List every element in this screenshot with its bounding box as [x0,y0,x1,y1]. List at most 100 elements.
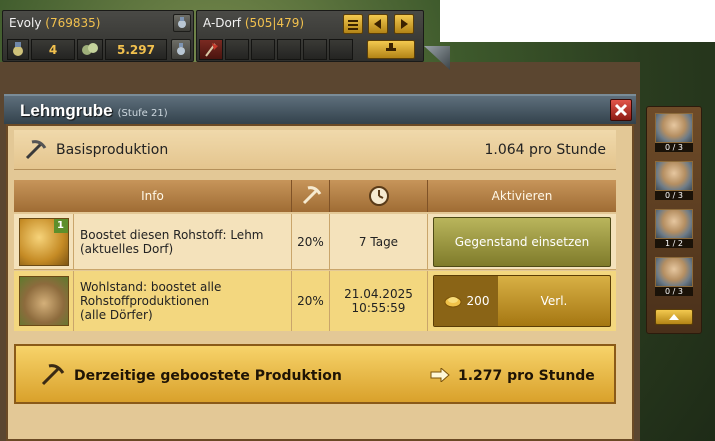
header-activate: Aktivieren [491,189,553,203]
extend-button[interactable]: 200 Verl. [433,275,611,327]
arrow-right-icon [401,19,408,29]
unit-slot-2[interactable]: 0 / 3 [655,161,693,200]
player-label[interactable]: Evoly (769835) [9,16,100,30]
axe-icon [205,43,218,57]
item-description: Boostet diesen Rohstoff: Lehm (aktuelles… [74,214,292,269]
previous-village-button[interactable] [368,14,388,34]
table-row: 1 Boostet diesen Rohstoff: Lehm (aktuell… [14,214,616,270]
dialog-body: Basisproduktion 1.064 pro Stunde Info Ak… [6,124,634,441]
close-icon [614,103,628,117]
dialog-title-bar: Lehmgrube (Stufe 21) [4,94,636,124]
unit-slot-count: 0 / 3 [655,287,693,296]
item-percent: 20% [292,271,330,331]
item-action-cell: Gegenstand einsetzen [428,214,616,269]
village-name: A-Dorf [203,16,242,30]
building-level: (Stufe 21) [117,108,168,119]
chevron-up-icon [669,314,679,320]
expiry-date: 21.04.2025 [344,287,413,301]
item-description: Wohlstand: boostet alle Rohstoffprodukti… [74,271,292,331]
close-button[interactable] [610,99,632,121]
menu-icon [348,20,358,30]
boosted-production-label: Derzeitige geboostete Produktion [74,368,342,384]
table-header: Info Aktivieren [14,180,616,212]
unit-slot-count: 0 / 3 [655,143,693,152]
header-duration [330,180,428,212]
item-action-cell: 200 Verl. [428,271,616,331]
silver-amount-cell: 5.297 [105,39,167,60]
village-label[interactable]: A-Dorf (505|479) [203,16,304,30]
expiry-time: 10:55:59 [351,301,406,315]
base-production-row: Basisproduktion 1.064 pro Stunde [14,130,616,170]
unit-slot-4[interactable]: 0 / 3 [655,257,693,296]
prosperity-icon [18,276,69,326]
hero-portrait-icon [656,162,692,190]
medal-icon [177,43,185,55]
arrow-left-icon [374,19,381,29]
unit-sidebar: 0 / 3 0 / 3 1 / 2 0 / 3 [646,106,702,334]
unit-slot-count: 0 / 3 [655,191,693,200]
gold-coins-icon [444,296,462,308]
item-desc-line: (aktuelles Dorf) [80,241,174,256]
village-slot-6[interactable] [329,39,353,60]
player-profile-button[interactable] [173,14,191,32]
clay-booster-icon: 1 [18,217,69,266]
pickaxe-icon [25,140,47,160]
village-bar: A-Dorf (505|479) [196,10,424,62]
village-slot-5[interactable] [303,39,327,60]
unit-slot-3[interactable]: 1 / 2 [655,209,693,248]
arrow-right-icon [430,368,450,382]
boosted-production-value: 1.277 pro Stunde [458,368,595,384]
village-coords: (505|479) [244,16,305,30]
use-item-button[interactable]: Gegenstand einsetzen [433,216,611,267]
medal-icon [178,17,186,28]
item-desc-line: Rohstoffproduktionen [80,294,210,308]
item-icon-cell: 1 [14,214,74,269]
unit-slot-count: 1 / 2 [655,239,693,248]
extend-label: Verl. [540,294,568,308]
map-background-strip [440,0,715,42]
village-slot-axe[interactable] [199,39,223,60]
silver-icon-cell [77,39,103,60]
village-slot-4[interactable] [277,39,301,60]
dialog-title: Lehmgrube [20,101,113,120]
silver-amount: 5.297 [117,42,155,57]
next-village-button[interactable] [394,14,414,34]
table-row: Wohlstand: boostet alle Rohstoffprodukti… [14,271,616,331]
coins-icon [82,43,98,55]
silver-button[interactable] [171,39,191,60]
player-points: (769835) [45,16,101,30]
header-info: Info [14,180,292,212]
collapse-sidebar-button[interactable] [655,309,693,325]
premium-icon-cell [7,39,29,60]
item-expiry: 21.04.2025 10:55:59 [330,271,428,331]
base-production-value: 1.064 pro Stunde [484,142,606,158]
village-slot-2[interactable] [225,39,249,60]
item-desc-line: (alle Dörfer) [80,308,153,322]
pickaxe-icon [41,364,65,386]
item-duration: 7 Tage [330,214,428,269]
player-bar: Evoly (769835) 4 5.297 [2,10,194,62]
base-production-label: Basisproduktion [56,142,169,158]
item-level-badge: 1 [53,218,68,233]
item-desc-line: Boostet diesen Rohstoff: Lehm [80,227,264,242]
unit-slot-1[interactable]: 0 / 3 [655,113,693,152]
hero-portrait-icon [656,258,692,286]
header-percent [292,180,330,212]
hammer-icon [386,43,396,51]
village-list-button[interactable] [343,14,363,34]
extend-cost-value: 200 [466,294,490,308]
hero-portrait-icon [656,210,692,238]
pickaxe-icon [302,186,321,205]
village-slot-3[interactable] [251,39,275,60]
extend-cost: 200 [434,276,498,326]
hero-portrait-icon [656,114,692,142]
premium-points: 4 [48,42,58,57]
item-desc-line: Wohlstand: boostet alle [80,280,222,294]
village-overview-button[interactable] [367,40,415,59]
player-name: Evoly [9,16,42,30]
item-percent: 20% [292,214,330,269]
boosted-production-bar: Derzeitige geboostete Produktion 1.277 p… [14,344,616,404]
medal-icon [13,42,23,56]
item-icon-cell [14,271,74,331]
clock-icon [368,186,389,206]
